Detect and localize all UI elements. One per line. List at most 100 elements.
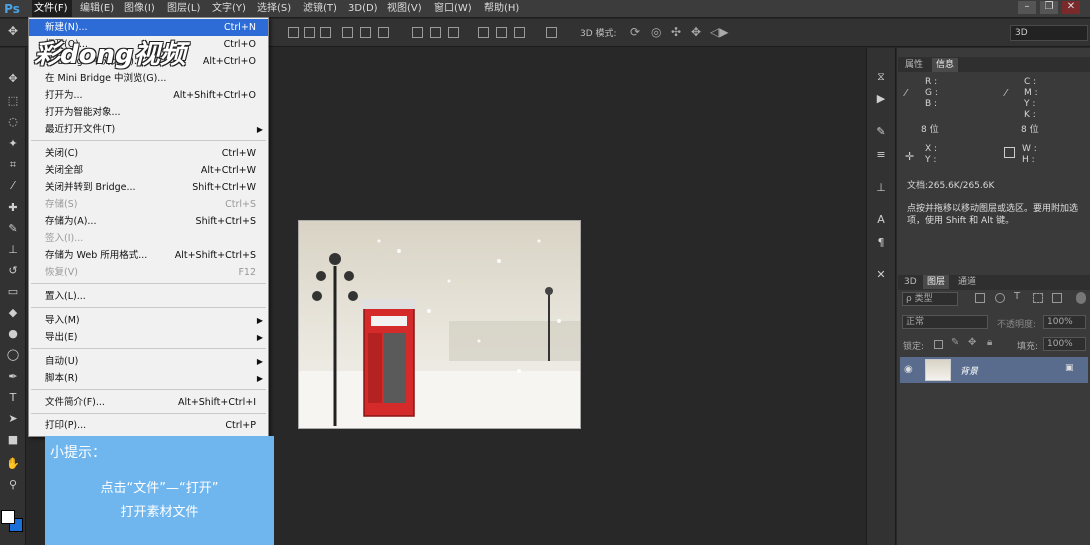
menu-item-open-as[interactable]: 打开为... Alt+Shift+Ctrl+O — [29, 87, 268, 104]
menu-item-browse-mini-bridge[interactable]: 在 Mini Bridge 中浏览(G)... — [29, 70, 268, 87]
menu-view[interactable]: 视图(V) — [387, 0, 422, 18]
distribute-hcenter-icon[interactable] — [496, 27, 507, 38]
menu-file[interactable]: 文件(F) — [32, 0, 72, 18]
distribute-right-icon[interactable] — [514, 27, 525, 38]
3d-slide-icon[interactable]: ✥ — [691, 25, 701, 39]
move-tool-preset-icon[interactable]: ✥ — [8, 24, 18, 38]
fill-input[interactable]: 100% — [1043, 337, 1086, 351]
character-panel-icon[interactable]: A — [874, 213, 888, 227]
layer-filter-select[interactable]: ρ 类型 — [902, 292, 958, 306]
paragraph-panel-icon[interactable]: ¶ — [874, 236, 888, 250]
restore-button[interactable]: ❐ — [1040, 1, 1058, 14]
menu-image[interactable]: 图像(I) — [124, 0, 155, 18]
tab-info[interactable]: 信息 — [932, 58, 959, 72]
clone-stamp-tool-icon[interactable]: ⊥ — [5, 242, 21, 258]
hand-tool-icon[interactable]: ✋ — [5, 456, 21, 472]
menu-layer[interactable]: 图层(L) — [167, 0, 200, 18]
align-top-icon[interactable] — [288, 27, 299, 38]
path-selection-tool-icon[interactable]: ➤ — [5, 411, 21, 427]
align-vcenter-icon[interactable] — [304, 27, 315, 38]
lock-pixels-icon[interactable]: ✎ — [951, 337, 959, 348]
align-left-icon[interactable] — [342, 27, 353, 38]
eraser-tool-icon[interactable]: ▭ — [5, 284, 21, 300]
menu-item-save-as[interactable]: 存储为(A)... Shift+Ctrl+S — [29, 213, 268, 230]
menu-item-close-all[interactable]: 关闭全部 Alt+Ctrl+W — [29, 162, 268, 179]
layer-name[interactable]: 背景 — [960, 364, 978, 377]
opacity-input[interactable]: 100% — [1043, 315, 1086, 329]
healing-brush-tool-icon[interactable]: ✚ — [5, 200, 21, 216]
menu-item-print[interactable]: 打印(P)... Ctrl+P — [29, 417, 268, 434]
distribute-bottom-icon[interactable] — [448, 27, 459, 38]
filter-adjustment-icon[interactable] — [995, 293, 1005, 303]
3d-rotate-icon[interactable]: ⟳ — [630, 25, 640, 39]
blur-tool-icon[interactable]: ● — [5, 326, 21, 342]
3d-pan-icon[interactable]: ✣ — [671, 25, 681, 39]
adjustments-panel-icon[interactable]: ≡ — [874, 148, 888, 162]
menu-edit[interactable]: 编辑(E) — [80, 0, 114, 18]
history-panel-icon[interactable]: ⧖ — [874, 70, 888, 84]
menu-item-file-info[interactable]: 文件简介(F)... Alt+Shift+Ctrl+I — [29, 394, 268, 411]
3d-scale-icon[interactable]: ◁▶ — [710, 25, 728, 39]
menu-item-automate[interactable]: 自动(U) ▶ — [29, 353, 268, 370]
minimize-button[interactable]: – — [1018, 1, 1036, 14]
menu-item-save[interactable]: 存储(S) Ctrl+S — [29, 196, 268, 213]
quick-select-tool-icon[interactable]: ✦ — [5, 136, 21, 152]
eye-icon[interactable]: ◉ — [904, 364, 913, 375]
tab-layers[interactable]: 图层 — [923, 275, 950, 289]
menu-item-import[interactable]: 导入(M) ▶ — [29, 312, 268, 329]
lasso-tool-icon[interactable]: ◌ — [5, 114, 21, 130]
menu-item-revert[interactable]: 恢复(V) F12 — [29, 264, 268, 281]
distribute-top-icon[interactable] — [412, 27, 423, 38]
menu-item-close[interactable]: 关闭(C) Ctrl+W — [29, 145, 268, 162]
filter-shape-icon[interactable] — [1033, 293, 1043, 303]
move-tool-icon[interactable]: ✥ — [5, 71, 21, 87]
menu-window[interactable]: 窗口(W) — [434, 0, 472, 18]
rectangle-tool-icon[interactable]: ■ — [5, 432, 21, 448]
menu-item-place[interactable]: 置入(L)... — [29, 288, 268, 305]
align-right-icon[interactable] — [378, 27, 389, 38]
brush-panel-icon[interactable]: ✎ — [874, 125, 888, 139]
filter-smart-object-icon[interactable] — [1052, 293, 1062, 303]
menu-select[interactable]: 选择(S) — [257, 0, 291, 18]
zoom-tool-icon[interactable]: ⚲ — [5, 477, 21, 493]
brush-tool-icon[interactable]: ✎ — [5, 221, 21, 237]
tool-presets-panel-icon[interactable]: ✕ — [874, 268, 888, 282]
menu-item-save-for-web[interactable]: 存储为 Web 所用格式... Alt+Shift+Ctrl+S — [29, 247, 268, 264]
crop-tool-icon[interactable]: ⌗ — [5, 157, 21, 173]
menu-item-open-smart-object[interactable]: 打开为智能对象... — [29, 104, 268, 121]
clone-source-panel-icon[interactable]: ⊥ — [874, 181, 888, 195]
filter-type-icon[interactable]: T — [1014, 291, 1020, 302]
3d-roll-icon[interactable]: ◎ — [651, 25, 661, 39]
document-image[interactable] — [298, 220, 581, 429]
auto-align-icon[interactable] — [546, 27, 557, 38]
menu-item-recent-files[interactable]: 最近打开文件(T) ▶ — [29, 121, 268, 138]
paint-bucket-tool-icon[interactable]: ◆ — [5, 305, 21, 321]
workspace-select[interactable]: 3D — [1010, 25, 1088, 41]
close-button[interactable]: ✕ — [1062, 1, 1080, 14]
tab-channels[interactable]: 通道 — [954, 275, 980, 289]
blend-mode-select[interactable]: 正常 — [902, 315, 988, 329]
type-tool-icon[interactable]: T — [5, 390, 21, 406]
menu-help[interactable]: 帮助(H) — [484, 0, 519, 18]
tab-properties[interactable]: 属性 — [901, 58, 927, 72]
pen-tool-icon[interactable]: ✒ — [5, 369, 21, 385]
actions-panel-icon[interactable]: ▶ — [874, 92, 888, 106]
dodge-tool-icon[interactable]: ◯ — [5, 347, 21, 363]
lock-transparent-icon[interactable] — [934, 340, 943, 349]
history-brush-tool-icon[interactable]: ↺ — [5, 263, 21, 279]
menu-item-check-in[interactable]: 签入(I)... — [29, 230, 268, 247]
menu-type[interactable]: 文字(Y) — [212, 0, 246, 18]
distribute-vcenter-icon[interactable] — [430, 27, 441, 38]
foreground-color-swatch[interactable] — [1, 510, 15, 524]
align-hcenter-icon[interactable] — [360, 27, 371, 38]
lock-position-icon[interactable]: ✥ — [968, 337, 976, 348]
eyedropper-tool-icon[interactable]: ⁄ — [5, 178, 21, 194]
menu-item-export[interactable]: 导出(E) ▶ — [29, 329, 268, 346]
menu-item-scripts[interactable]: 脚本(R) ▶ — [29, 370, 268, 387]
marquee-tool-icon[interactable]: ⬚ — [5, 93, 21, 109]
filter-pixel-icon[interactable] — [975, 293, 985, 303]
filter-toggle[interactable] — [1076, 292, 1086, 304]
menu-filter[interactable]: 滤镜(T) — [303, 0, 337, 18]
menu-item-close-go-bridge[interactable]: 关闭并转到 Bridge... Shift+Ctrl+W — [29, 179, 268, 196]
tab-3d[interactable]: 3D — [900, 275, 921, 289]
